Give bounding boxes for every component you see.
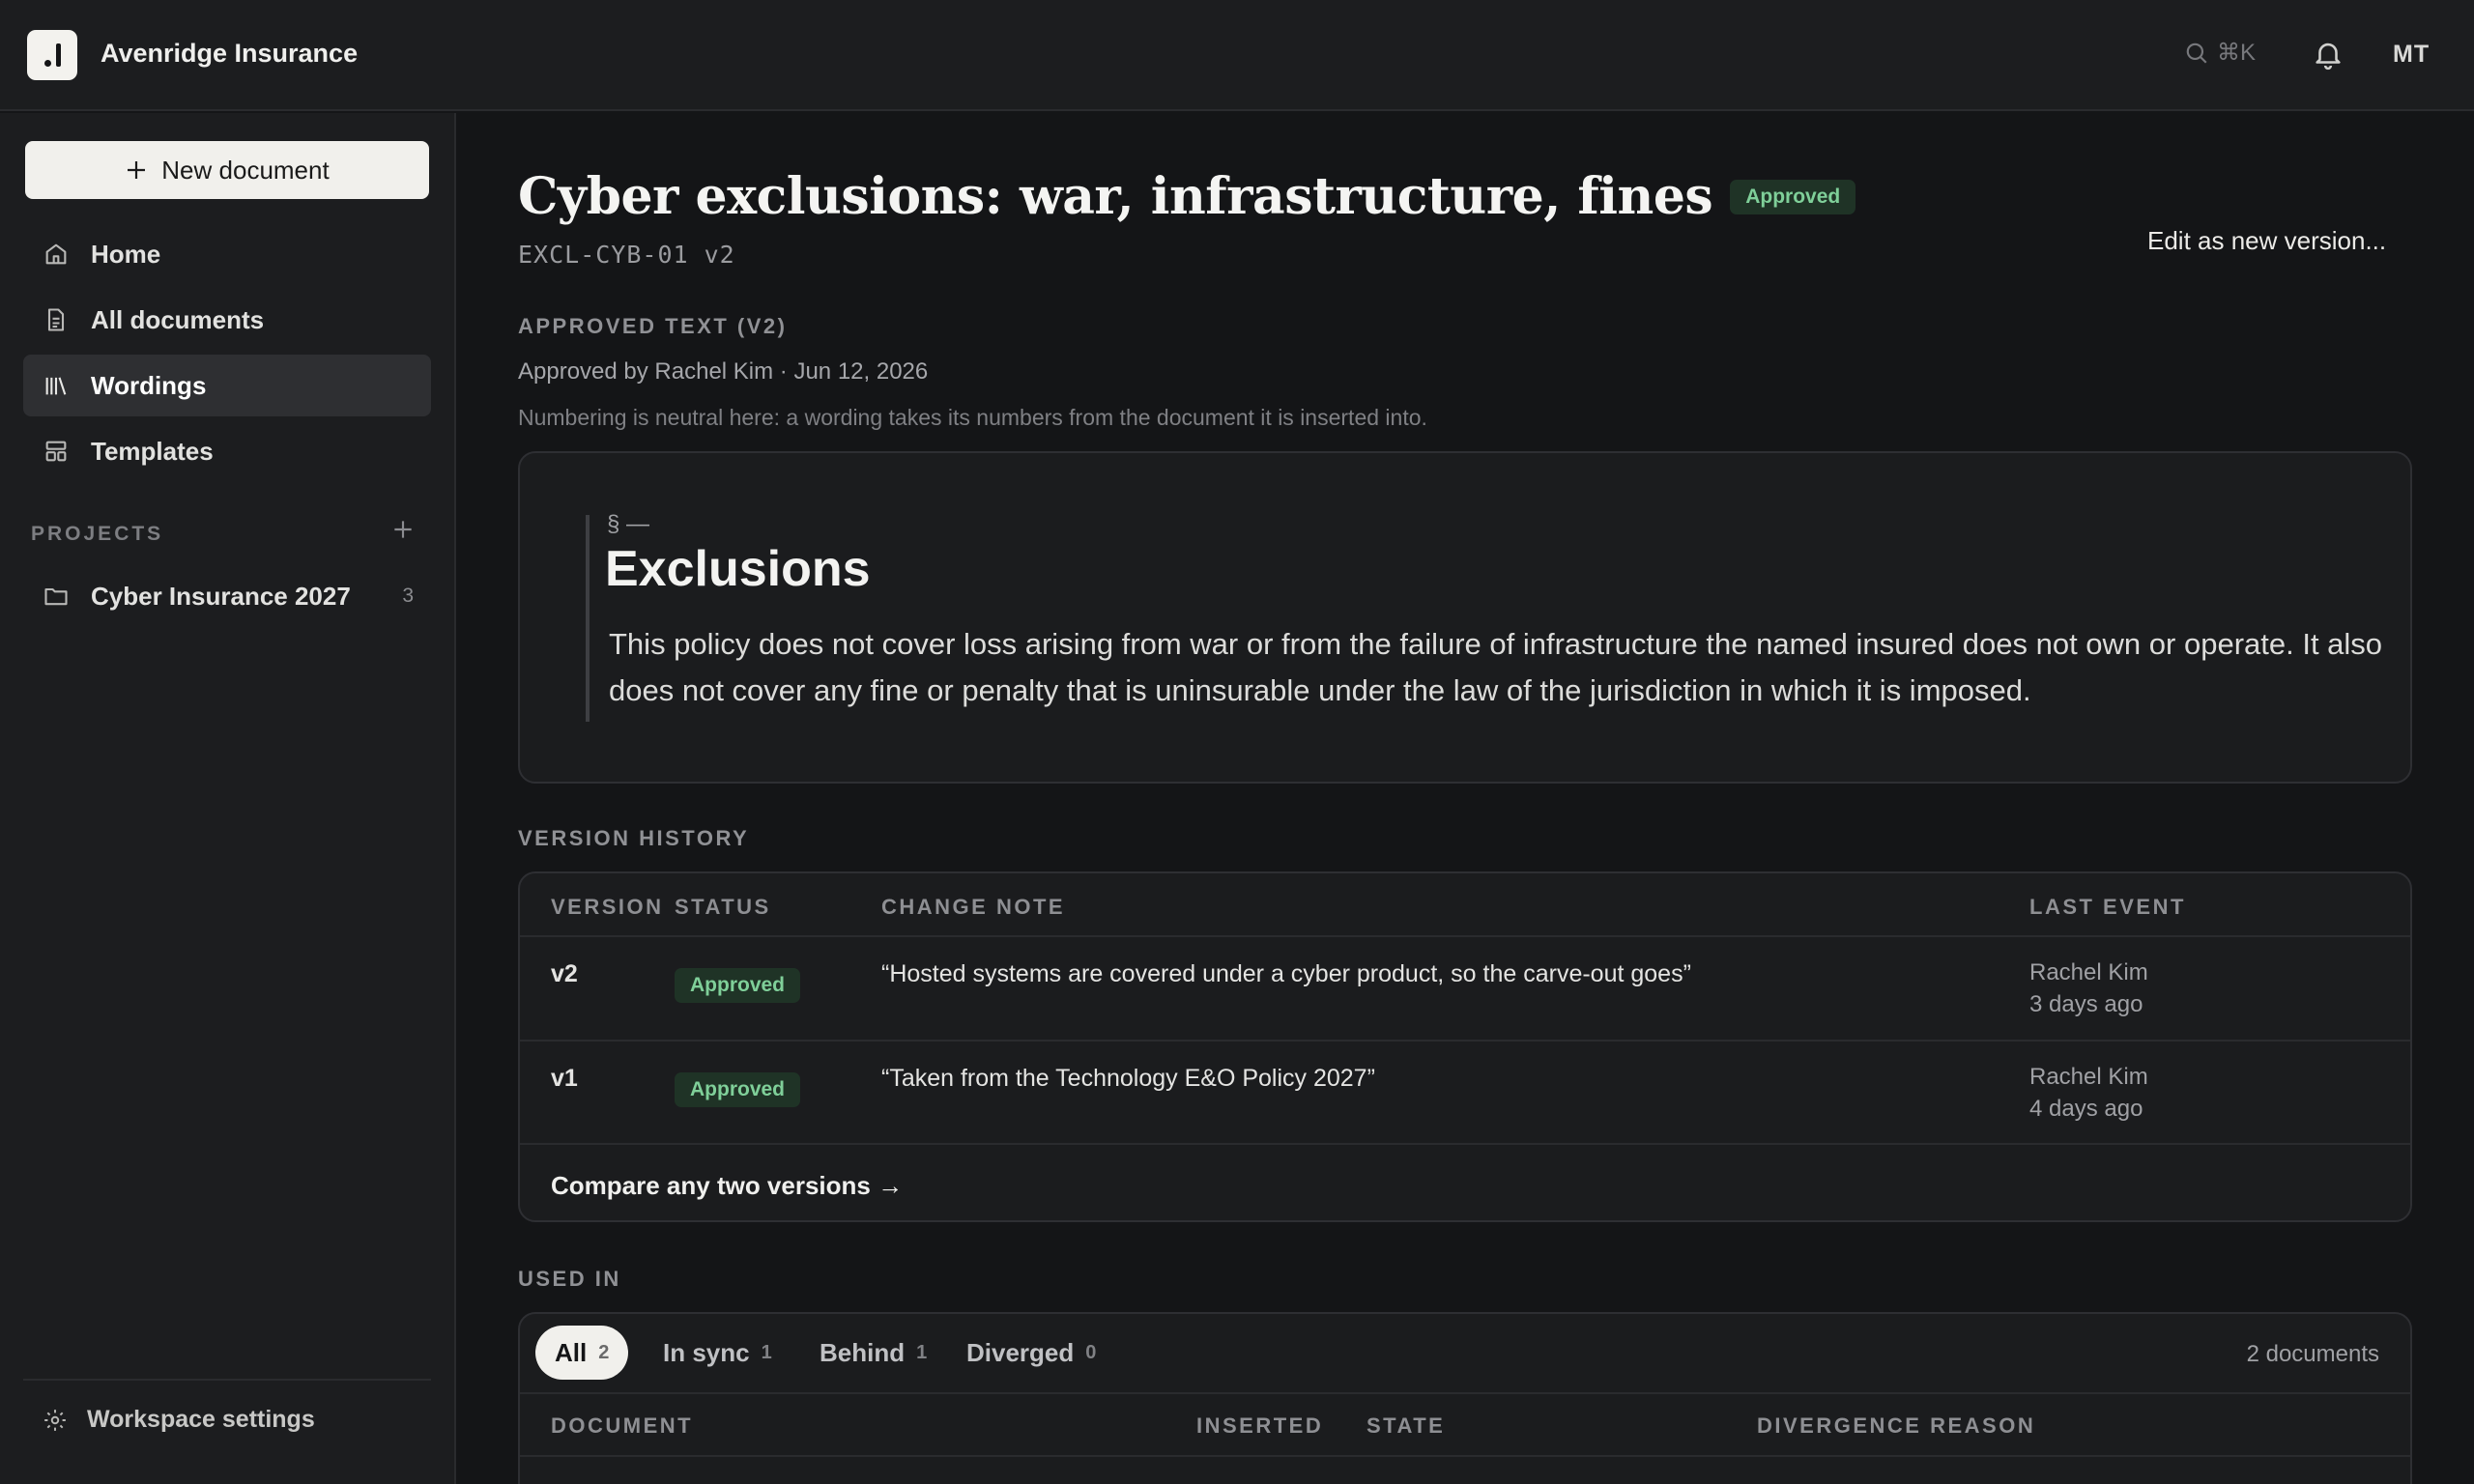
sidebar-project-cyber-insurance-2027[interactable]: Cyber Insurance 2027 3	[23, 567, 431, 625]
plus-icon	[128, 161, 146, 179]
version-cell: v1	[551, 1065, 578, 1092]
bell-icon	[2316, 43, 2341, 71]
status-badge: Approved	[675, 968, 801, 1003]
row-divider	[520, 1455, 2410, 1457]
tab-count: 0	[1085, 1341, 1097, 1363]
change-note-cell: “Hosted systems are covered under a cybe…	[881, 960, 1691, 987]
wording-card: § — Exclusions This policy does not cove…	[518, 451, 2412, 784]
row-divider	[520, 1040, 2410, 1042]
notifications-button[interactable]	[2312, 37, 2345, 76]
last-event-when: 4 days ago	[2029, 1096, 2143, 1122]
approved-text-heading: APPROVED TEXT (V2)	[518, 314, 788, 338]
numbering-note: Numbering is neutral here: a wording tak…	[518, 405, 1427, 430]
tab-label: Diverged	[966, 1337, 1075, 1367]
row-divider	[520, 935, 2410, 937]
home-icon	[45, 243, 67, 265]
tab-count: 1	[916, 1341, 928, 1363]
gear-icon	[44, 1409, 66, 1431]
title-row: Cyber exclusions: war, infrastructure, f…	[518, 167, 1856, 226]
plus-icon	[394, 521, 412, 538]
column-header-inserted: INSERTED	[1196, 1413, 1324, 1438]
sidebar: New document Home All documents Wordings…	[0, 113, 456, 1484]
workspace-settings-link[interactable]: Workspace settings	[43, 1406, 315, 1434]
last-event-who: Rachel Kim	[2029, 1064, 2148, 1090]
compare-versions-link[interactable]: Compare any two versions →	[551, 1171, 903, 1201]
sidebar-divider	[23, 1379, 431, 1381]
sidebar-item-label: Templates	[91, 436, 214, 466]
column-header-divergence-reason: DIVERGENCE REASON	[1757, 1413, 2036, 1438]
template-icon	[45, 441, 67, 462]
column-header-version: VERSION	[551, 895, 664, 919]
projects-heading: PROJECTS	[31, 523, 164, 545]
library-icon	[45, 377, 67, 395]
column-header-state: STATE	[1366, 1413, 1446, 1438]
folder-icon	[44, 587, 68, 606]
tab-all[interactable]: All 2	[535, 1326, 629, 1380]
sidebar-item-label: Wordings	[91, 370, 207, 400]
column-header-last-event: LAST EVENT	[2029, 895, 2186, 919]
tab-diverged[interactable]: Diverged 0	[947, 1326, 1115, 1380]
sidebar-item-label: Home	[91, 239, 161, 269]
column-header-status: STATUS	[675, 895, 771, 919]
project-count: 3	[402, 585, 414, 607]
settings-label: Workspace settings	[87, 1406, 315, 1433]
status-badge: Approved	[675, 1072, 801, 1107]
last-event-who: Rachel Kim	[2029, 959, 2148, 985]
last-event-when: 3 days ago	[2029, 991, 2143, 1017]
sidebar-item-all-documents[interactable]: All documents	[23, 289, 431, 351]
version-history-table: VERSION STATUS CHANGE NOTE LAST EVENT v2…	[518, 871, 2412, 1222]
project-label: Cyber Insurance 2027	[91, 581, 351, 611]
row-divider	[520, 1143, 2410, 1145]
top-bar: Avenridge Insurance ⌘K MT	[0, 0, 2474, 111]
search-icon	[2186, 43, 2207, 64]
tab-in-sync[interactable]: In sync 1	[644, 1326, 791, 1380]
sidebar-item-home[interactable]: Home	[23, 223, 431, 285]
tab-count: 2	[598, 1341, 610, 1363]
change-note-cell: “Taken from the Technology E&O Policy 20…	[881, 1065, 1375, 1092]
tab-label: All	[555, 1337, 588, 1367]
used-in-heading: USED IN	[518, 1267, 621, 1291]
sidebar-item-wordings[interactable]: Wordings	[23, 355, 431, 416]
main-content: Cyber exclusions: war, infrastructure, f…	[458, 113, 2474, 1484]
new-document-label: New document	[161, 155, 330, 185]
search-button[interactable]: ⌘K	[2184, 39, 2256, 67]
version-history-heading: VERSION HISTORY	[518, 826, 750, 850]
document-icon	[47, 308, 65, 331]
wording-body: This policy does not cover loss arising …	[609, 627, 2383, 707]
edit-as-new-version-button[interactable]: Edit as new version...	[2147, 226, 2386, 256]
version-cell: v2	[551, 960, 578, 987]
status-badge: Approved	[1730, 179, 1856, 214]
column-header-document: DOCUMENT	[551, 1413, 694, 1438]
new-document-button[interactable]: New document	[25, 141, 429, 199]
app-logo[interactable]	[27, 30, 77, 80]
sidebar-item-templates[interactable]: Templates	[23, 420, 431, 482]
tab-behind[interactable]: Behind 1	[800, 1326, 946, 1380]
tab-count: 1	[761, 1341, 772, 1363]
user-avatar[interactable]: MT	[2393, 41, 2430, 69]
tab-label: In sync	[663, 1337, 750, 1367]
search-shortcut: ⌘K	[2217, 40, 2257, 66]
add-project-button[interactable]	[390, 517, 416, 547]
row-divider	[520, 1392, 2410, 1394]
used-in-table: All 2 In sync 1 Behind 1 Diverged 0 2 do…	[518, 1312, 2412, 1484]
section-mark: § —	[607, 511, 650, 537]
quote-bar	[586, 515, 590, 722]
document-id: EXCL-CYB-01 v2	[518, 241, 735, 269]
brand-name: Avenridge Insurance	[101, 39, 359, 68]
tab-label: Behind	[820, 1337, 906, 1367]
page-title: Cyber exclusions: war, infrastructure, f…	[518, 167, 1713, 226]
documents-count: 2 documents	[2246, 1341, 2379, 1367]
sidebar-item-label: All documents	[91, 304, 265, 334]
wording-heading: Exclusions	[605, 541, 871, 597]
column-header-change-note: CHANGE NOTE	[881, 895, 1066, 919]
approved-by: Approved by Rachel Kim · Jun 12, 2026	[518, 358, 929, 385]
